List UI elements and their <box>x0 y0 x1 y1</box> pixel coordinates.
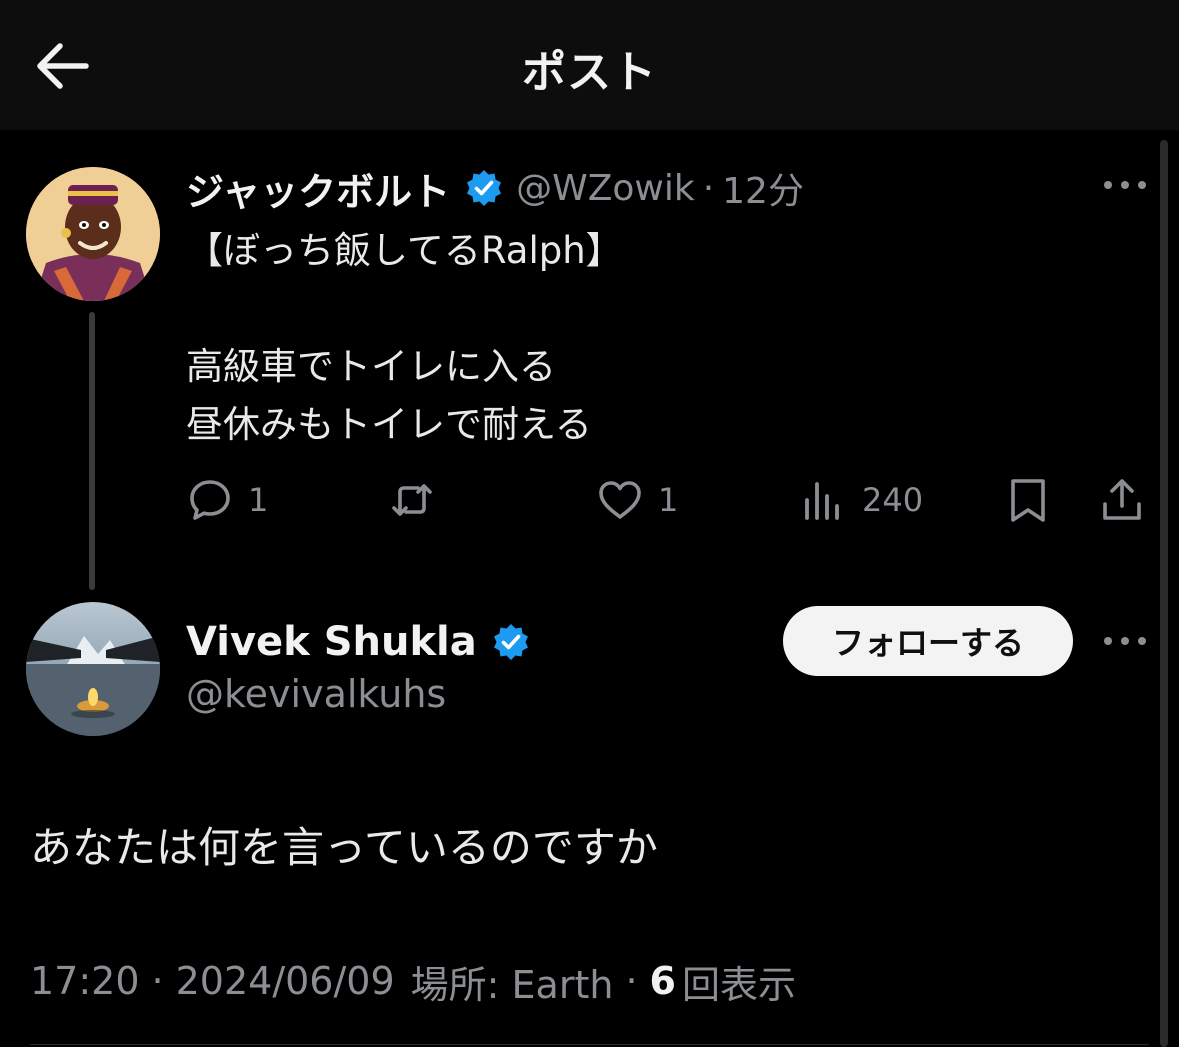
more-options-button[interactable] <box>1100 170 1150 200</box>
repost-button[interactable] <box>388 474 450 526</box>
views-count: 240 <box>862 481 924 519</box>
page-title: ポスト <box>522 47 657 98</box>
top-navigation-bar: ポスト <box>0 0 1179 130</box>
post-time[interactable]: 12分 <box>722 162 804 214</box>
heart-icon <box>599 481 641 519</box>
author-display-name[interactable]: ジャックボルト <box>186 161 450 216</box>
like-button[interactable]: 1 <box>596 474 678 526</box>
post-text-line: 【ぼっち飯してるRalph】 <box>186 229 623 272</box>
author-handle[interactable]: @WZowik <box>516 168 695 209</box>
post-text-line: 昼休みもトイレで耐える <box>186 403 592 446</box>
landscape-avatar-image <box>26 602 160 736</box>
like-count: 1 <box>658 481 679 519</box>
meta-time[interactable]: 17:20 <box>30 959 140 1003</box>
bookmark-icon <box>1011 479 1045 522</box>
cartoon-avatar-image <box>26 167 160 301</box>
separator-dot: · <box>151 959 164 1003</box>
views-button[interactable]: 240 <box>800 474 923 526</box>
thread-connector-line <box>89 312 95 590</box>
scrollbar[interactable] <box>1160 140 1168 1047</box>
post-text: 【ぼっち飯してるRalph】 高級車でトイレに入る 昼休みもトイレで耐える <box>186 222 623 454</box>
meta-views-label: 回表示 <box>681 962 796 1007</box>
analytics-icon <box>805 482 839 520</box>
follow-button[interactable]: フォローする <box>783 606 1073 676</box>
reply-author-header: Vivek Shukla <box>186 614 543 670</box>
verified-badge-icon <box>493 624 528 660</box>
meta-views-count: 6 <box>649 959 676 1003</box>
avatar[interactable] <box>26 602 160 736</box>
bookmark-button[interactable] <box>1004 474 1052 526</box>
post-header: ジャックボルト @WZowik · 12分 <box>186 160 804 216</box>
author-display-name[interactable]: Vivek Shukla <box>186 619 477 665</box>
avatar[interactable] <box>26 167 160 301</box>
verified-badge-icon <box>467 170 502 206</box>
reply-icon <box>190 480 230 520</box>
post-meta: 17:20 · 2024/06/09 場所: Earth · 6 回表示 <box>30 953 796 1009</box>
more-dots-icon <box>1104 637 1146 645</box>
post-text-line: 高級車でトイレに入る <box>186 345 556 388</box>
meta-date[interactable]: 2024/06/09 <box>176 959 395 1003</box>
author-handle[interactable]: @kevivalkuhs <box>186 672 446 716</box>
repost-icon <box>392 484 432 516</box>
more-dots-icon <box>1104 181 1146 189</box>
post-text-line <box>186 280 623 338</box>
reply-text: あなたは何を言っているのですか <box>30 823 658 872</box>
separator-dot: · <box>625 959 638 1003</box>
reply-count: 1 <box>248 481 269 519</box>
separator-dot: · <box>702 167 715 209</box>
meta-location: 場所: Earth <box>410 962 614 1007</box>
share-button[interactable] <box>1098 474 1146 526</box>
divider <box>30 1044 1149 1045</box>
share-icon <box>1103 479 1141 520</box>
more-options-button[interactable] <box>1100 626 1150 656</box>
reply-button[interactable]: 1 <box>186 474 268 526</box>
